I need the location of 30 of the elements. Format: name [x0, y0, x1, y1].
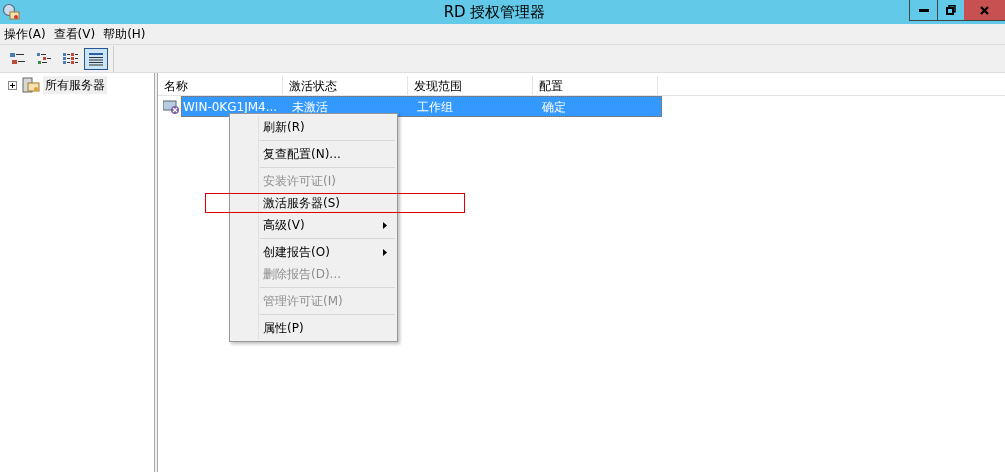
small-icons-view-icon	[36, 51, 52, 66]
close-icon	[980, 5, 989, 15]
table-cell-text: 工作组	[416, 98, 454, 116]
table-cell-text: 确定	[541, 98, 567, 116]
menu-item[interactable]: 帮助(H)	[99, 24, 150, 44]
close-button[interactable]	[964, 0, 1005, 20]
context-menu-item[interactable]: 属性(P)	[230, 317, 397, 339]
server-error-icon	[163, 98, 181, 115]
submenu-arrow-icon	[383, 248, 387, 256]
large-icons-view-icon	[10, 51, 26, 66]
restore-icon	[946, 5, 956, 15]
minimize-icon	[918, 8, 929, 12]
table-cell-text: 未激活	[291, 98, 329, 116]
details-view-icon	[88, 51, 104, 66]
submenu-arrow-icon	[383, 221, 387, 229]
context-menu-item[interactable]: 激活服务器(S)	[230, 192, 397, 214]
context-menu-item[interactable]: 创建报告(O)	[230, 241, 397, 263]
app-icon	[2, 3, 20, 21]
list-view-icon	[62, 51, 78, 66]
view-button[interactable]	[84, 47, 108, 70]
window-title: RD 授权管理器	[442, 1, 547, 23]
context-menu-item[interactable]: 复查配置(N)...	[230, 143, 397, 165]
server-icon	[19, 77, 41, 93]
tree-item[interactable]: 所有服务器	[43, 76, 107, 94]
menu-item[interactable]: 查看(V)	[49, 24, 100, 44]
menu-item[interactable]: 操作(A)	[0, 24, 50, 44]
context-menu-item[interactable]: 刷新(R)	[230, 116, 397, 138]
expand-icon[interactable]	[8, 80, 17, 90]
table-cell-text: WIN-0KG1JM4...	[182, 98, 279, 116]
context-menu-item[interactable]: 高级(V)	[230, 214, 397, 236]
